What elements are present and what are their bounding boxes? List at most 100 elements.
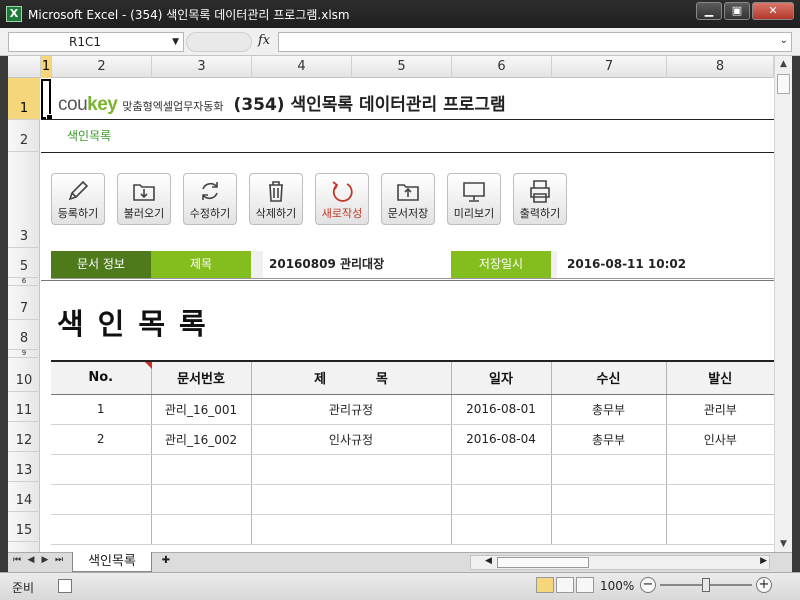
row-header[interactable]: 5 xyxy=(8,248,40,278)
cell-subject[interactable]: 관리규정 xyxy=(251,394,452,425)
column-header[interactable]: 3 xyxy=(152,56,252,78)
formula-input[interactable]: ⌄ xyxy=(278,32,792,52)
worksheet[interactable]: 1 2 3 4 5 6 7 8 1 2 3 5 6 7 8 9 10 11 12… xyxy=(8,56,792,552)
print-button[interactable]: 출력하기 xyxy=(513,173,567,225)
title-value[interactable]: 20160809 관리대장 xyxy=(263,251,453,278)
expand-formula-icon[interactable]: ⌄ xyxy=(780,35,788,46)
cell-date[interactable] xyxy=(451,484,552,515)
preview-button[interactable]: 미리보기 xyxy=(447,173,501,225)
cell-date[interactable]: 2016-08-04 xyxy=(451,424,552,455)
scroll-right-icon[interactable]: ▶ xyxy=(760,556,767,566)
first-sheet-icon[interactable]: ⏮ xyxy=(10,555,24,565)
formula-controls[interactable] xyxy=(186,32,252,52)
row-header[interactable]: 8 xyxy=(8,320,40,350)
register-button[interactable]: 등록하기 xyxy=(51,173,105,225)
cell-no[interactable] xyxy=(51,484,152,515)
column-header-recipient[interactable]: 수신 xyxy=(551,360,667,395)
cell-date[interactable] xyxy=(451,514,552,545)
page-break-view-icon[interactable] xyxy=(576,577,594,593)
cell-no[interactable]: 2 xyxy=(51,424,152,455)
scroll-left-icon[interactable]: ◀ xyxy=(485,556,492,566)
row-header[interactable]: 7 xyxy=(8,286,40,320)
row-header[interactable]: 15 xyxy=(8,512,40,542)
cell-date[interactable] xyxy=(451,454,552,485)
cell-recipient[interactable] xyxy=(551,514,667,545)
cell-date[interactable]: 2016-08-01 xyxy=(451,394,552,425)
cell-doc-number[interactable] xyxy=(151,454,252,485)
column-header-date[interactable]: 일자 xyxy=(451,360,552,395)
column-header[interactable]: 1 xyxy=(41,56,52,78)
column-header[interactable]: 4 xyxy=(252,56,352,78)
column-header[interactable]: 6 xyxy=(452,56,552,78)
column-header-no[interactable]: No. xyxy=(51,360,152,395)
zoom-out-icon[interactable]: − xyxy=(640,577,656,593)
column-header-sender[interactable]: 발신 xyxy=(666,360,774,395)
cell-sender[interactable]: 인사부 xyxy=(666,424,774,455)
table-row[interactable]: 2 관리_16_002 인사규정 2016-08-04 총무부 인사부 xyxy=(51,424,774,455)
table-row[interactable] xyxy=(51,484,774,515)
next-sheet-icon[interactable]: ▶ xyxy=(38,555,52,565)
column-header[interactable]: 2 xyxy=(52,56,152,78)
cell-no[interactable]: 1 xyxy=(51,394,152,425)
table-row[interactable] xyxy=(51,454,774,485)
load-button[interactable]: 불러오기 xyxy=(117,173,171,225)
modify-button[interactable]: 수정하기 xyxy=(183,173,237,225)
cell-sender[interactable]: 관리부 xyxy=(666,394,774,425)
row-header[interactable]: 6 xyxy=(8,277,40,286)
comment-indicator-icon[interactable] xyxy=(144,362,152,369)
saved-at-value[interactable]: 2016-08-11 10:02 xyxy=(557,251,774,278)
select-all-corner[interactable] xyxy=(8,56,41,78)
macro-record-icon[interactable] xyxy=(58,579,72,593)
cell-recipient[interactable] xyxy=(551,454,667,485)
cell-doc-number[interactable] xyxy=(151,514,252,545)
cell-recipient[interactable] xyxy=(551,484,667,515)
column-header-subject[interactable]: 제 목 xyxy=(251,360,452,395)
column-header[interactable]: 5 xyxy=(352,56,452,78)
excel-app-icon[interactable]: X xyxy=(6,6,22,22)
cell-doc-number[interactable] xyxy=(151,484,252,515)
scroll-down-icon[interactable]: ▼ xyxy=(775,536,792,552)
cell-recipient[interactable]: 총무부 xyxy=(551,424,667,455)
row-header[interactable]: 13 xyxy=(8,452,40,482)
insert-function-button[interactable]: fx xyxy=(258,33,270,48)
cell-doc-number[interactable]: 관리_16_001 xyxy=(151,394,252,425)
insert-sheet-icon[interactable]: ✚ xyxy=(156,555,176,570)
row-header[interactable]: 1 xyxy=(8,78,40,120)
horizontal-scroll-thumb[interactable] xyxy=(497,557,589,568)
column-header[interactable]: 7 xyxy=(552,56,667,78)
prev-sheet-icon[interactable]: ◀ xyxy=(24,555,38,565)
page-layout-view-icon[interactable] xyxy=(556,577,574,593)
table-row[interactable] xyxy=(51,514,774,545)
cell-sender[interactable] xyxy=(666,454,774,485)
horizontal-scrollbar[interactable]: ◀ ▶ xyxy=(470,555,770,570)
cell-recipient[interactable]: 총무부 xyxy=(551,394,667,425)
row-header[interactable]: 12 xyxy=(8,422,40,452)
column-header[interactable]: 8 xyxy=(667,56,774,78)
sheet-tab[interactable]: 색인목록 xyxy=(72,552,152,572)
cell-sender[interactable] xyxy=(666,514,774,545)
minimize-button[interactable]: ▁ xyxy=(696,2,722,20)
save-document-button[interactable]: 문서저장 xyxy=(381,173,435,225)
maximize-button[interactable]: ▣ xyxy=(724,2,750,20)
cell-sender[interactable] xyxy=(666,484,774,515)
vertical-scrollbar[interactable]: ▲ ▼ xyxy=(774,56,792,552)
zoom-level[interactable]: 100% xyxy=(600,579,634,593)
delete-button[interactable]: 삭제하기 xyxy=(249,173,303,225)
cell-no[interactable] xyxy=(51,514,152,545)
new-document-button[interactable]: 새로작성 xyxy=(315,173,369,225)
cell-doc-number[interactable]: 관리_16_002 xyxy=(151,424,252,455)
chevron-down-icon[interactable]: ▼ xyxy=(172,33,179,51)
row-header[interactable]: 14 xyxy=(8,482,40,512)
zoom-in-icon[interactable]: + xyxy=(756,577,772,593)
row-header[interactable]: 9 xyxy=(8,349,40,358)
cell-no[interactable] xyxy=(51,454,152,485)
active-cell-selection[interactable] xyxy=(41,79,53,121)
row-header[interactable]: 3 xyxy=(8,152,40,248)
close-button[interactable]: ✕ xyxy=(752,2,794,20)
scroll-up-icon[interactable]: ▲ xyxy=(775,56,792,72)
column-header-doc-number[interactable]: 문서번호 xyxy=(151,360,252,395)
zoom-slider-thumb[interactable] xyxy=(702,578,710,592)
cell-subject[interactable] xyxy=(251,514,452,545)
row-header[interactable]: 2 xyxy=(8,120,40,152)
last-sheet-icon[interactable]: ⏭ xyxy=(52,555,66,565)
